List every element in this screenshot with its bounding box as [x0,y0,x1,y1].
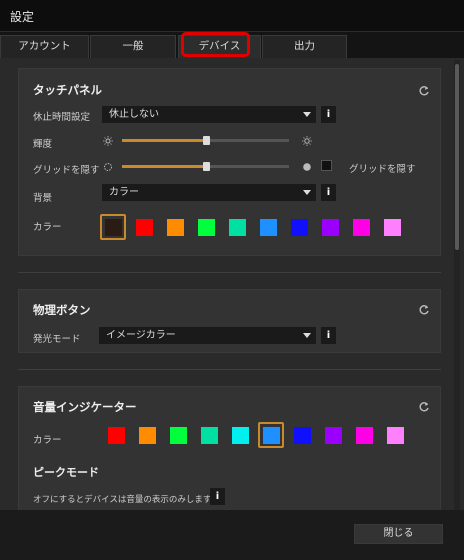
physical-buttons-reset-icon[interactable] [418,304,430,316]
touch-panel-color-swatch[interactable] [322,219,339,236]
physical-buttons-section: 物理ボタン 発光モード イメージカラー i [18,289,441,353]
section-divider [18,272,441,273]
tab-output[interactable]: 出力 [262,35,347,58]
sleep-dropdown[interactable]: 休止しない [102,106,316,123]
touch-panel-color-swatch[interactable] [384,219,401,236]
touch-panel-color-swatch[interactable] [167,219,184,236]
volume-color-swatch[interactable] [356,427,373,444]
volume-color-swatch[interactable] [294,427,311,444]
window-title: 設定 [10,10,35,24]
touch-panel-reset-icon[interactable] [418,85,430,97]
touch-panel-color-swatch[interactable] [105,219,122,236]
light-mode-dropdown-value: イメージカラー [106,330,176,341]
volume-color-swatch[interactable] [139,427,156,444]
chevron-down-icon [303,112,311,117]
physical-buttons-title: 物理ボタン [33,303,91,317]
sleep-label: 休止時間設定 [33,112,91,123]
settings-content: タッチパネル 休止時間設定 休止しない i 輝度 グリッドを隠す グリッドを隠す… [0,58,464,510]
grid-slider-knob[interactable] [202,162,210,171]
tab-bar: アカウント 一般 デバイス 出力 [0,32,464,58]
touch-panel-color-swatch[interactable] [136,219,153,236]
volume-indicator-reset-icon[interactable] [418,401,430,413]
settings-window: 設定 アカウント 一般 デバイス 出力 タッチパネル 休止時間設定 休止しない … [0,0,464,560]
grid-on-icon [303,163,311,171]
volume-color-label: カラー [33,435,62,446]
grid-hide-checkbox[interactable] [321,160,332,171]
scrollbar-thumb[interactable] [455,64,459,250]
volume-color-swatch[interactable] [263,427,280,444]
chevron-down-icon [303,190,311,195]
touch-panel-section: タッチパネル 休止時間設定 休止しない i 輝度 グリッドを隠す グリッドを隠す… [18,68,441,256]
volume-color-swatch[interactable] [108,427,125,444]
grid-slider[interactable] [122,162,289,171]
brightness-high-icon [302,136,312,146]
peak-mode-description: オフにするとデバイスは音量の表示のみします。 [33,495,219,505]
brightness-slider[interactable] [122,136,289,145]
background-dropdown-value: カラー [109,187,139,198]
touch-panel-color-swatch[interactable] [291,219,308,236]
volume-indicator-section: 音量インジケーター カラー ピークモード オフにするとデバイスは音量の表示のみし… [18,386,441,510]
touch-panel-title: タッチパネル [33,83,102,97]
touch-panel-color-swatch[interactable] [198,219,215,236]
touch-panel-color-swatch[interactable] [260,219,277,236]
background-info-icon[interactable]: i [321,184,336,201]
background-label: 背景 [33,193,53,204]
volume-color-swatch[interactable] [170,427,187,444]
grid-off-icon [104,163,112,171]
tab-device[interactable]: デバイス [178,35,261,58]
peak-mode-info-icon[interactable]: i [210,488,225,505]
brightness-label: 輝度 [33,139,53,150]
color-label: カラー [33,222,62,233]
volume-color-swatch[interactable] [325,427,342,444]
sleep-dropdown-value: 休止しない [109,109,159,120]
grid-label: グリッドを隠す [33,165,100,176]
volume-indicator-title: 音量インジケーター [33,400,137,414]
light-mode-label: 発光モード [33,334,81,345]
title-bar: 設定 [0,0,464,32]
light-mode-dropdown[interactable]: イメージカラー [99,327,316,344]
grid-hide-checkbox-label: グリッドを隠す [349,164,416,175]
volume-color-swatch[interactable] [387,427,404,444]
touch-panel-color-swatch[interactable] [353,219,370,236]
sleep-info-icon[interactable]: i [321,106,336,123]
close-button[interactable]: 閉じる [354,524,443,544]
light-mode-info-icon[interactable]: i [321,327,336,344]
touch-panel-color-swatch[interactable] [229,219,246,236]
brightness-slider-knob[interactable] [202,136,210,145]
volume-color-swatch[interactable] [201,427,218,444]
tab-general[interactable]: 一般 [90,35,176,58]
peak-mode-title: ピークモード [33,466,99,479]
chevron-down-icon [303,333,311,338]
volume-color-swatch[interactable] [232,427,249,444]
background-dropdown[interactable]: カラー [102,184,316,201]
tab-account[interactable]: アカウント [0,35,89,58]
section-divider [18,369,441,370]
brightness-low-icon [103,136,113,146]
